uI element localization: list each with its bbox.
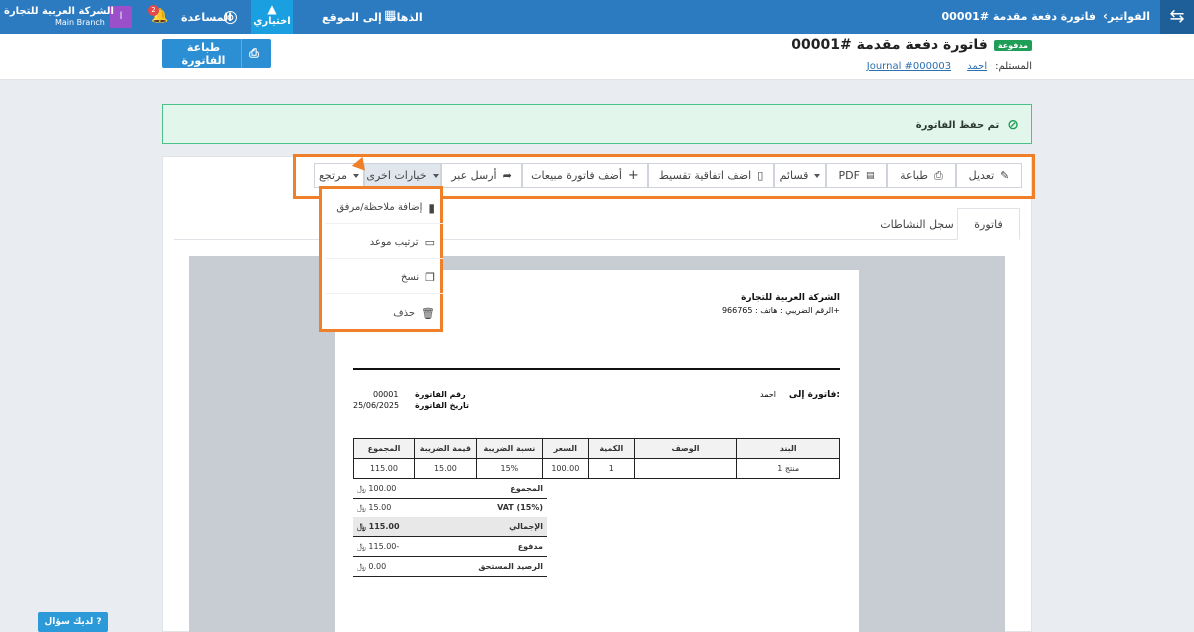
company-name[interactable]: الشركة العربية للتجارة — [4, 6, 114, 17]
print-invoice-button[interactable]: طباعة الفاتورة ⎙ — [162, 39, 271, 68]
menu-item-label: حذف — [393, 307, 416, 319]
totals-label: المجموع — [510, 484, 543, 493]
go-to-site-link[interactable]: الذهاب إلى الموقع — [322, 11, 423, 24]
totals-value: 115.00 ﷼ — [357, 521, 400, 531]
print-invoice-label: طباعة الفاتورة — [181, 40, 226, 67]
totals-label: مدفوع — [517, 542, 543, 551]
totals-row: الرصيد المستحق 0.00 ﷼ — [353, 557, 547, 577]
table-cell: 15.00 — [413, 458, 477, 479]
tab-activity-log[interactable]: سجل النشاطات — [877, 208, 957, 240]
menu-item-delete[interactable]: حذف 🗑 — [325, 297, 443, 329]
table-cell: 1 — [587, 458, 635, 479]
trial-button[interactable]: ▲ اختياري — [251, 0, 293, 34]
menu-item-label: نسخ — [400, 272, 420, 283]
menu-item-copy[interactable]: نسخ ❐ — [325, 262, 443, 294]
invoice-company: الشركة العربية للتجارة — [741, 293, 840, 303]
success-alert: تم حفظ الفاتورة ⊘ — [162, 104, 1032, 144]
totals-value: 0.00 ﷼ — [357, 561, 387, 571]
menu-item-label: ترتيب موعد — [369, 237, 419, 248]
breadcrumb-root[interactable]: الفواتير — [1108, 10, 1150, 23]
column-header: قيمة الضريبة — [413, 438, 477, 459]
totals-value: -115.00 ﷼ — [357, 541, 400, 551]
invoice-number-label: رقم الفاتورة — [415, 390, 466, 399]
trash-icon: 🗑 — [421, 306, 435, 320]
page-title: فاتورة دفعة مقدمة #00001 — [791, 37, 988, 53]
top-bar: ⇆ الفواتير ‹ فاتورة دفعة مقدمة #00001 ال… — [0, 0, 1194, 34]
table-cell: منتج 1 — [736, 458, 840, 479]
invoice-date: 25/06/2025 — [353, 401, 400, 410]
breadcrumb-current: فاتورة دفعة مقدمة #00001 — [941, 10, 1096, 23]
column-header: السعر — [541, 438, 589, 459]
totals-row: الإجمالي 115.00 ﷼ — [353, 517, 547, 537]
trial-label: اختياري — [253, 16, 291, 27]
column-header: الوصف — [633, 438, 738, 459]
printer-icon: ⎙ — [240, 39, 267, 68]
store-icon[interactable]: ▦ — [384, 8, 396, 23]
totals-label: VAT (15%) — [497, 503, 543, 512]
totals-value: 100.00 ﷼ — [357, 483, 397, 493]
divider — [353, 368, 840, 370]
table-cell: 100.00 — [541, 458, 589, 479]
totals-label: الإجمالي — [509, 522, 543, 531]
check-circle-icon: ⊘ — [1007, 117, 1019, 133]
journal-link[interactable]: Journal #000003 — [867, 61, 951, 72]
question-circle-icon: ? — [96, 617, 102, 627]
totals-row: VAT (15%) 15.00 ﷼ — [353, 498, 547, 518]
tab-invoice[interactable]: فاتورة — [957, 208, 1020, 240]
copy-icon: ❐ — [425, 271, 435, 284]
help-widget-button[interactable]: لديك سؤال ? — [38, 612, 108, 632]
recipient-link[interactable]: احمد — [967, 61, 987, 72]
calendar-icon: ▭ — [424, 236, 435, 249]
book-icon: ▮ — [428, 200, 435, 215]
branch-name: Main Branch — [55, 18, 105, 27]
status-badge: مدفوعة — [993, 39, 1032, 51]
table-cell — [633, 458, 738, 479]
alert-message: تم حفظ الفاتورة — [915, 119, 1000, 131]
table-row: منتج 1 1 100.00 15% 15.00 115.00 — [353, 458, 840, 479]
totals-value: 15.00 ﷼ — [357, 502, 392, 512]
column-header: نسبة الضريبة — [475, 438, 543, 459]
column-header: الكمية — [587, 438, 635, 459]
invoice-date-label: تاريخ الفاتورة — [415, 401, 470, 410]
help-widget-label: لديك سؤال — [44, 617, 94, 627]
invoice-tax-phone: الرقم الضريبي : هاتف : 966765+ — [721, 306, 840, 315]
table-cell: 115.00 — [353, 458, 415, 479]
recipient-label: المستلم: — [995, 61, 1032, 72]
menu-item-add-note[interactable]: إضافة ملاحظة/مرفق ▮ — [325, 192, 443, 224]
column-header: البند — [736, 438, 840, 459]
chevron-icon: ‹ — [1103, 9, 1108, 23]
rocket-icon: ▲ — [267, 2, 277, 16]
items-table: البند الوصف الكمية السعر نسبة الضريبة قي… — [353, 438, 840, 479]
notification-badge: 2 — [148, 5, 159, 16]
totals-row: مدفوع -115.00 ﷼ — [353, 537, 547, 557]
bill-to-name: احمد — [760, 390, 776, 399]
totals-row: المجموع 100.00 ﷼ — [353, 479, 547, 499]
column-header: المجموع — [353, 438, 415, 459]
table-cell: 15% — [475, 458, 543, 479]
help-link[interactable]: المساعدة — [181, 11, 232, 24]
menu-toggle-icon[interactable]: ⇆ — [1160, 0, 1194, 34]
bill-to-label: فاتورة إلى: — [788, 390, 840, 400]
totals-label: الرصيد المستحق — [478, 562, 543, 571]
menu-item-schedule[interactable]: ترتيب موعد ▭ — [325, 227, 443, 259]
menu-item-label: إضافة ملاحظة/مرفق — [336, 202, 423, 213]
more-options-menu: إضافة ملاحظة/مرفق ▮ ترتيب موعد ▭ نسخ ❐ حذف 🗑 — [319, 186, 443, 332]
invoice-number: 00001 — [373, 390, 399, 399]
